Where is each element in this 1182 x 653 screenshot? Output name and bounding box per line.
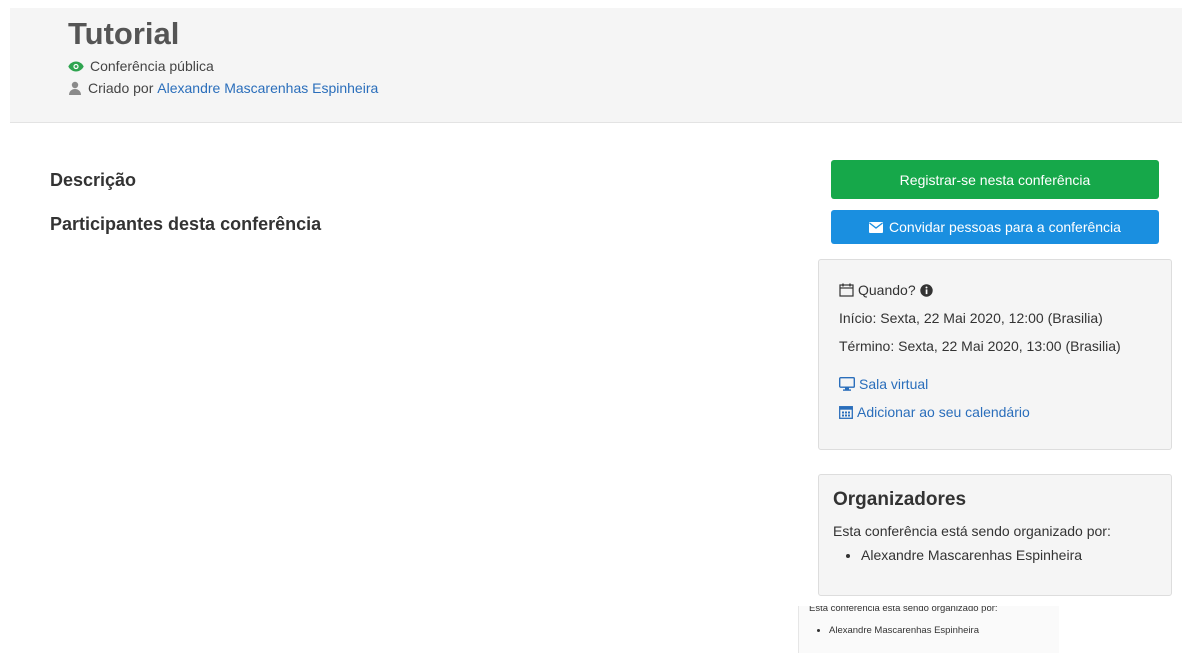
eye-icon — [68, 61, 84, 71]
organizers-text: Esta conferência está sendo organizado p… — [833, 523, 1111, 539]
page-title: Tutorial — [68, 16, 180, 51]
organizers-list: Alexandre Mascarenhas Espinheira — [833, 547, 1082, 563]
organizers-panel: Organizadores Esta conferência está send… — [818, 474, 1172, 596]
created-by-label: Criado por — [88, 80, 158, 96]
virtual-room-row: Sala virtual — [839, 376, 928, 392]
end-time: Término: Sexta, 22 Mai 2020, 13:00 (Bras… — [839, 338, 1121, 354]
ghost-organizers-fragment: Esta conferência está sendo organizado p… — [798, 606, 1059, 653]
virtual-room-link[interactable]: Sala virtual — [859, 376, 928, 392]
ghost-list: Alexandre Mascarenhas Espinheira — [809, 625, 979, 636]
user-icon — [69, 81, 81, 95]
info-icon[interactable] — [919, 283, 933, 297]
calendar-grid-icon — [839, 406, 853, 419]
add-calendar-link[interactable]: Adicionar ao seu calendário — [857, 404, 1030, 420]
envelope-icon — [869, 221, 884, 233]
invite-button[interactable]: Convidar pessoas para a conferência — [831, 210, 1159, 244]
invite-button-label: Convidar pessoas para a conferência — [889, 219, 1121, 235]
add-calendar-row: Adicionar ao seu calendário — [839, 404, 1030, 420]
when-heading-label: Quando? — [858, 282, 916, 298]
creator-line: Criado por Alexandre Mascarenhas Espinhe… — [68, 80, 378, 96]
participants-heading: Participantes desta conferência — [50, 214, 322, 234]
visibility-line: Conferência pública — [68, 58, 214, 74]
start-time: Início: Sexta, 22 Mai 2020, 12:00 (Brasi… — [839, 310, 1103, 326]
when-panel: Quando? Início: Sexta, 22 Mai 2020, 12:0… — [818, 259, 1172, 450]
ghost-text: Esta conferência está sendo organizado p… — [809, 606, 998, 614]
calendar-icon — [839, 283, 854, 297]
register-button-label: Registrar-se nesta conferência — [899, 171, 1091, 188]
organizers-heading: Organizadores — [833, 489, 967, 510]
creator-link[interactable]: Alexandre Mascarenhas Espinheira — [157, 80, 378, 96]
when-heading: Quando? — [839, 282, 937, 298]
register-button[interactable]: Registrar-se nesta conferência — [831, 160, 1159, 199]
ghost-list-item: Alexandre Mascarenhas Espinheira — [829, 625, 979, 636]
conference-header: Tutorial Conferência pública Criado por … — [10, 8, 1182, 123]
organizer-item: Alexandre Mascarenhas Espinheira — [861, 547, 1082, 563]
monitor-icon — [839, 377, 855, 391]
description-heading: Descrição — [50, 170, 137, 190]
visibility-label: Conferência pública — [90, 58, 214, 74]
